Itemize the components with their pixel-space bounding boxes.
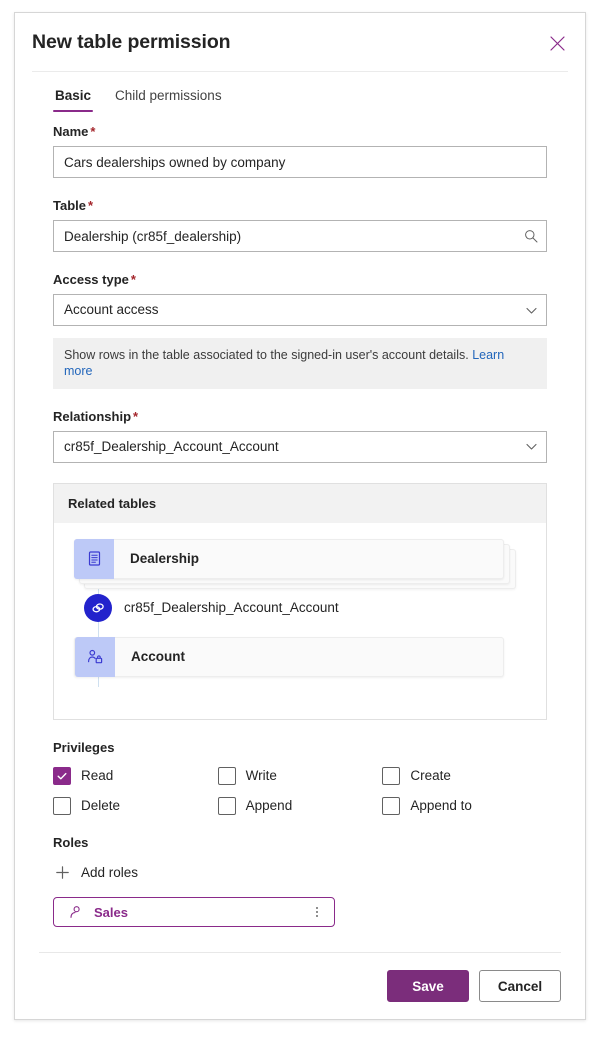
table-input-wrap[interactable] (53, 220, 547, 252)
privileges-grid: Read Write Create Delete Append Append t… (53, 766, 547, 815)
access-type-select[interactable]: Account access (53, 294, 547, 326)
dialog-footer: Save Cancel (15, 953, 585, 1019)
checkbox-create[interactable] (382, 766, 401, 785)
relationship-label-text: Relationship (53, 408, 132, 424)
access-type-info-bar: Show rows in the table associated to the… (53, 338, 547, 389)
relationship-node-label: cr85f_Dealership_Account_Account (124, 600, 339, 615)
name-label-text: Name (53, 124, 89, 139)
dialog-header: New table permission (15, 13, 585, 71)
save-button[interactable]: Save (387, 970, 469, 1002)
tab-basic-label: Basic (55, 88, 92, 103)
access-type-label-text: Access type (53, 272, 129, 287)
privilege-delete[interactable]: Delete (53, 796, 218, 815)
privileges-section: Privileges Read Write Create Delete Appe… (53, 740, 547, 815)
search-icon[interactable] (516, 221, 546, 251)
page-title: New table permission (32, 30, 231, 53)
table-icon (74, 538, 114, 579)
new-table-permission-dialog: New table permission Basic Child permiss… (14, 12, 586, 1020)
checkbox-append[interactable] (217, 796, 236, 815)
privilege-write-label: Write (245, 768, 277, 783)
table-input[interactable] (54, 221, 516, 251)
relationship-select[interactable]: cr85f_Dealership_Account_Account (53, 430, 547, 463)
table-field-group: Table * (53, 198, 547, 252)
privilege-read-label: Read (81, 768, 114, 783)
access-type-info-text: Show rows in the table associated to the… (64, 348, 469, 362)
table-label-text: Table (53, 198, 86, 213)
relationship-value: cr85f_Dealership_Account_Account (64, 438, 279, 454)
more-vertical-icon[interactable] (308, 903, 326, 921)
access-type-field-group: Access type * Account access Show rows in… (53, 272, 547, 389)
name-label: Name * (53, 124, 547, 139)
link-icon (84, 593, 112, 622)
privilege-append-label: Append (245, 798, 293, 813)
plus-icon (53, 864, 71, 882)
cancel-button[interactable]: Cancel (479, 970, 561, 1002)
name-input-wrap[interactable] (53, 146, 547, 178)
add-roles-button[interactable]: Add roles (53, 862, 138, 884)
checkbox-write[interactable] (217, 766, 236, 785)
roles-section: Roles Add roles Sales (53, 834, 547, 927)
name-input[interactable] (54, 147, 546, 177)
checkbox-delete[interactable] (53, 796, 71, 815)
name-required-marker: * (90, 124, 96, 139)
access-type-required-marker: * (130, 272, 136, 287)
tab-child-permissions-label: Child permissions (115, 88, 222, 103)
target-table-card: Account (74, 636, 504, 677)
table-required-marker: * (88, 198, 94, 213)
relationship-field-group: Relationship * cr85f_Dealership_Account_A… (53, 409, 547, 463)
related-tables-header: Related tables (54, 483, 546, 523)
privilege-create[interactable]: Create (382, 766, 547, 785)
privilege-append-to-label: Append to (410, 798, 472, 813)
chevron-down-icon[interactable] (516, 432, 546, 462)
roles-label: Roles (53, 834, 89, 850)
role-chip-label: Sales (94, 904, 128, 920)
tab-basic[interactable]: Basic (53, 86, 94, 112)
related-source-node[interactable]: Dealership (54, 538, 546, 589)
chevron-down-icon[interactable] (516, 295, 546, 325)
access-type-value: Account access (64, 302, 159, 317)
name-field-group: Name * (53, 124, 547, 178)
privilege-append-to[interactable]: Append to (382, 796, 547, 815)
tab-child-permissions[interactable]: Child permissions (113, 86, 224, 112)
privilege-create-label: Create (410, 768, 451, 783)
table-label: Table * (53, 198, 547, 213)
related-tables-diagram: Dealership cr85f_Dealership_Account_Acco… (54, 522, 546, 719)
privilege-delete-label: Delete (81, 798, 121, 813)
person-icon (66, 903, 84, 921)
target-table-label: Account (131, 649, 185, 664)
account-icon (75, 636, 115, 677)
privilege-write[interactable]: Write (217, 766, 383, 785)
tab-list: Basic Child permissions (15, 72, 585, 112)
related-tables-panel: Related tables Dealership cr85f_Dealersh… (53, 482, 547, 720)
relationship-node[interactable]: cr85f_Dealership_Account_Account (54, 593, 546, 623)
dialog-body: Name* Table* (15, 112, 585, 952)
role-chip-sales[interactable]: Sales (53, 897, 335, 927)
privilege-append[interactable]: Append (217, 796, 383, 815)
access-type-label: Access type * (53, 272, 547, 287)
close-icon[interactable] (543, 29, 571, 57)
related-target-node[interactable]: Account (54, 636, 546, 677)
relationship-label: Relationship * (53, 409, 547, 424)
privilege-read[interactable]: Read (53, 766, 218, 785)
checkbox-read[interactable] (53, 766, 71, 785)
relationship-required-marker: * (133, 408, 139, 424)
source-table-label: Dealership (130, 551, 200, 566)
add-roles-label: Add roles (81, 865, 139, 880)
source-table-card-stack: Dealership (74, 538, 516, 589)
checkbox-append-to[interactable] (382, 796, 401, 815)
privileges-label: Privileges (53, 739, 115, 755)
